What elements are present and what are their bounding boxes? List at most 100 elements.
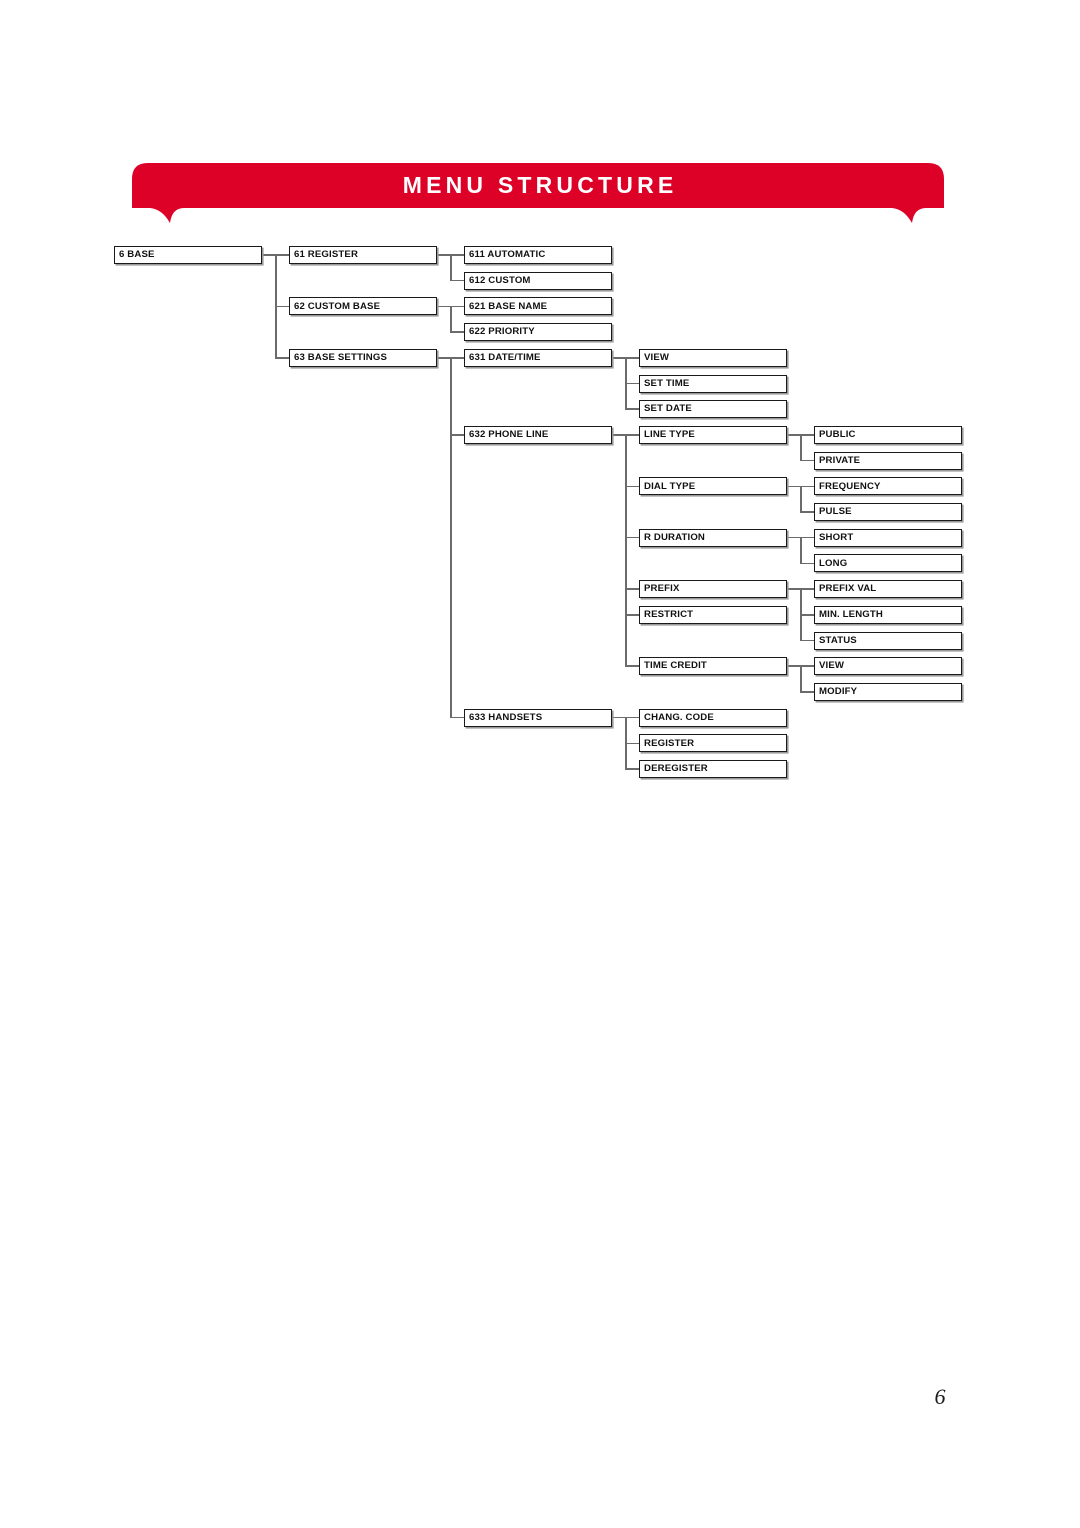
connector-branch-n20 [625, 716, 639, 719]
menu-node-label: STATUS [819, 634, 857, 646]
connector-branch-n33 [800, 691, 814, 693]
connector-trunk-n15 [800, 486, 802, 512]
connector-branch-n7 [450, 331, 464, 333]
menu-node: PREFIX VAL [814, 580, 962, 599]
connector-branch-n31 [800, 639, 814, 642]
page-canvas: MENU STRUCTURE 6 BASE 61 REGISTER 62 CUSTO… [0, 0, 1080, 1528]
menu-node-label: SHORT [819, 531, 854, 543]
connector-branch-n32 [800, 665, 814, 667]
menu-node: SET TIME [639, 374, 787, 393]
menu-node-label: VIEW [819, 660, 845, 672]
connector-stub-n3 [437, 357, 451, 359]
connector-branch-n6 [450, 305, 464, 308]
menu-node-label: RESTRICT [644, 609, 694, 620]
menu-node: LONG [814, 554, 962, 573]
menu-node: MIN. LENGTH [814, 605, 962, 624]
menu-node: PREFIX [639, 580, 787, 599]
connector-branch-n23 [800, 434, 814, 436]
connector-branch-n15 [625, 485, 639, 488]
menu-node-label: PRIVATE [819, 454, 861, 466]
menu-node: PUBLIC [814, 425, 962, 444]
connector-trunk-n14 [800, 434, 802, 461]
connector-trunk-n16 [800, 537, 802, 564]
connector-stub-n14 [787, 434, 801, 436]
connector-branch-n13 [625, 408, 639, 410]
menu-node-label: 6 BASE [119, 249, 155, 261]
menu-node: 6 BASE [114, 246, 262, 264]
menu-node-label: REGISTER [644, 737, 695, 749]
menu-node-label: PREFIX VAL [819, 583, 877, 595]
menu-node-label: 622 PRIORITY [469, 326, 535, 338]
connector-stub-n1 [437, 254, 451, 256]
connector-branch-n8 [450, 357, 464, 359]
menu-node-label: LONG [819, 557, 848, 569]
connector-branch-n11 [625, 357, 639, 359]
connector-branch-n2 [275, 305, 289, 308]
menu-node-label: 611 AUTOMATIC [469, 249, 546, 261]
connector-stub-n17 [787, 588, 801, 590]
menu-node-label: PUBLIC [819, 429, 856, 441]
connector-branch-n24 [800, 459, 814, 462]
menu-node: 622 PRIORITY [464, 323, 612, 342]
connector-branch-n22 [625, 768, 639, 770]
menu-node: RESTRICT [639, 605, 787, 624]
menu-node-label: 63 BASE SETTINGS [294, 352, 388, 363]
connector-branch-n28 [800, 562, 814, 565]
connector-branch-n10 [450, 716, 464, 719]
menu-node-label: SET DATE [644, 403, 692, 415]
menu-node: 612 CUSTOM [464, 271, 612, 290]
connector-trunk-n2 [450, 306, 452, 333]
menu-node: 631 DATE/TIME [464, 348, 612, 367]
menu-node: DEREGISTER [639, 760, 787, 778]
menu-node-label: DEREGISTER [644, 763, 708, 775]
connector-stub-n8 [612, 357, 626, 359]
menu-node-label: SET TIME [644, 377, 690, 389]
menu-node: 621 BASE NAME [464, 297, 612, 316]
menu-node: SHORT [814, 528, 962, 547]
page-title: MENU STRUCTURE [402, 172, 678, 198]
menu-node-label: 621 BASE NAME [469, 300, 548, 312]
menu-node: LINE TYPE [639, 425, 787, 444]
menu-node-label: 633 HANDSETS [469, 711, 543, 723]
menu-node: REGISTER [639, 734, 787, 753]
menu-node-label: MIN. LENGTH [819, 609, 884, 620]
connector-branch-n1 [275, 254, 289, 256]
menu-node-label: PREFIX [644, 583, 680, 595]
connector-branch-n26 [800, 511, 814, 513]
connector-branch-n16 [625, 536, 639, 539]
menu-node: MODIFY [814, 682, 962, 701]
menu-node: 632 PHONE LINE [464, 425, 612, 444]
connector-stub-n19 [787, 665, 801, 667]
connector-branch-n19 [625, 665, 639, 667]
menu-node-label: TIME CREDIT [644, 660, 707, 672]
menu-node: FREQUENCY [814, 477, 962, 496]
connector-stub-n2 [437, 305, 451, 308]
menu-node: 633 HANDSETS [464, 708, 612, 727]
connector-branch-n30 [800, 614, 814, 616]
menu-node: TIME CREDIT [639, 657, 787, 676]
menu-node: VIEW [814, 657, 962, 676]
menu-node: 62 CUSTOM BASE [289, 297, 437, 316]
connector-stub-n10 [612, 716, 626, 719]
menu-node: 61 REGISTER [289, 246, 437, 264]
menu-node: R DURATION [639, 528, 787, 547]
menu-node: DIAL TYPE [639, 477, 787, 496]
menu-node: PULSE [814, 503, 962, 521]
menu-node: PRIVATE [814, 451, 962, 470]
menu-node-label: CHANG. CODE [644, 711, 714, 723]
connector-trunk-n3 [450, 357, 452, 718]
menu-node-label: 612 CUSTOM [469, 274, 531, 286]
menu-node-label: R DURATION [644, 531, 706, 543]
connector-branch-n3 [275, 357, 289, 359]
menu-node-label: MODIFY [819, 686, 858, 698]
menu-node: 63 BASE SETTINGS [289, 348, 437, 367]
menu-node-label: 62 CUSTOM BASE [294, 300, 381, 312]
connector-branch-n17 [625, 588, 639, 590]
connector-branch-n27 [800, 536, 814, 539]
menu-node-label: DIAL TYPE [644, 480, 696, 492]
menu-node: CHANG. CODE [639, 708, 787, 727]
menu-node: 611 AUTOMATIC [464, 246, 612, 264]
connector-branch-n25 [800, 485, 814, 488]
menu-node: VIEW [639, 348, 787, 367]
connector-branch-n9 [450, 434, 464, 436]
